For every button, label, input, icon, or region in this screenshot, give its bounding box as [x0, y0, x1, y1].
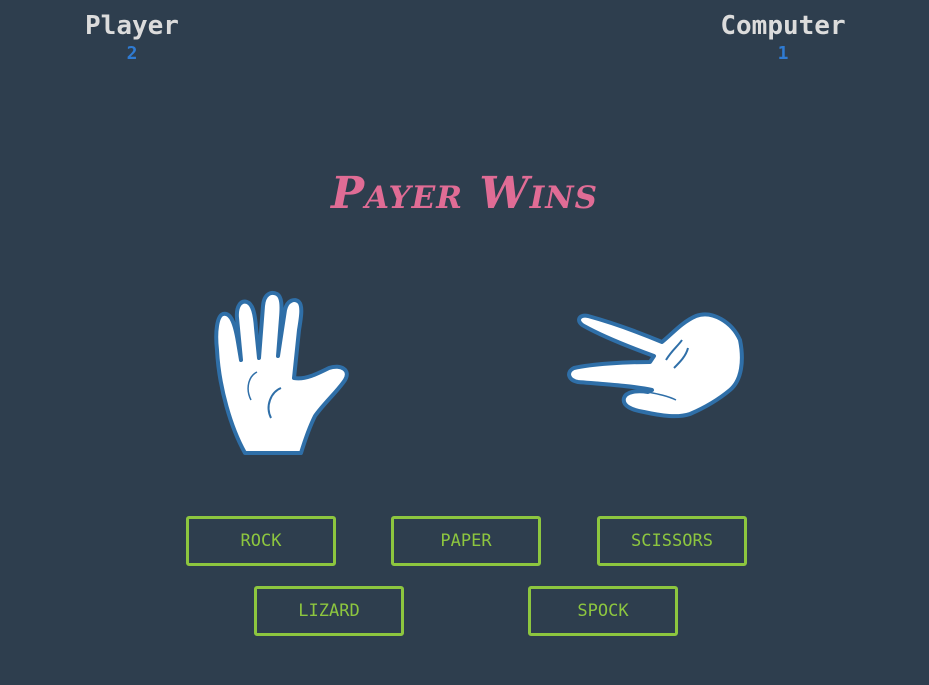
- player-label: Player: [85, 11, 179, 41]
- computer-score-block: Computer 1: [716, 10, 850, 66]
- player-score-block: Player 2: [82, 10, 182, 66]
- result-message: Payer Wins: [330, 168, 599, 219]
- spock-hand-icon: [205, 288, 365, 458]
- player-score: 2: [126, 43, 138, 64]
- computer-label: Computer: [720, 11, 846, 41]
- computer-score: 1: [777, 43, 789, 64]
- scissors-hand-icon: [562, 300, 747, 430]
- scissors-button[interactable]: SCISSORS: [597, 516, 747, 566]
- paper-button[interactable]: PAPER: [391, 516, 541, 566]
- lizard-button[interactable]: LIZARD: [254, 586, 404, 636]
- spock-button[interactable]: SPOCK: [528, 586, 678, 636]
- rock-button[interactable]: ROCK: [186, 516, 336, 566]
